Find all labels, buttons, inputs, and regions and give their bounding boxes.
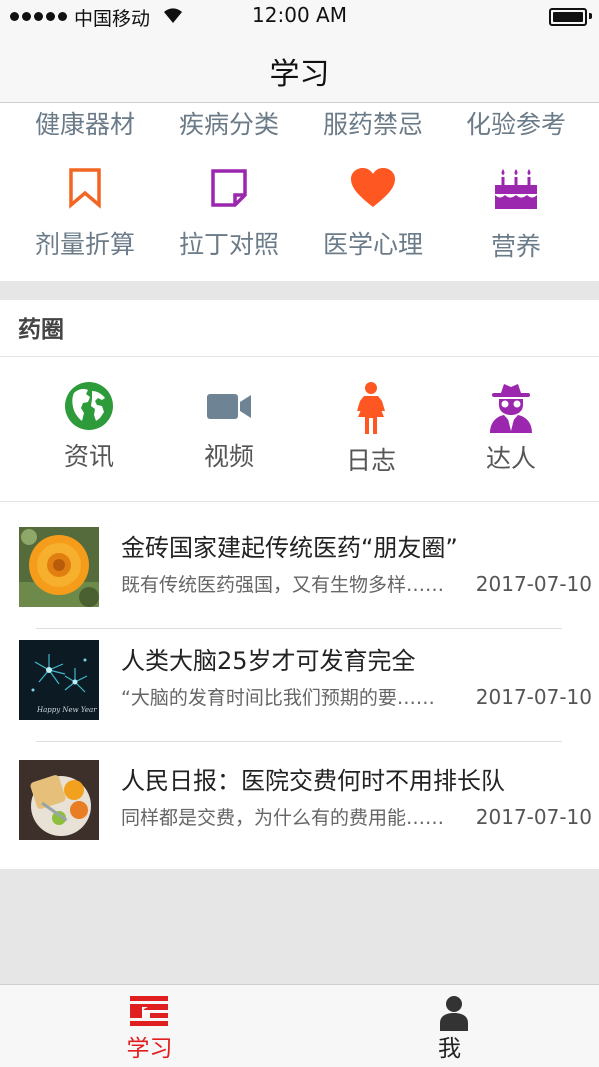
breakfast-image: [19, 760, 99, 840]
grid-item-disease-category[interactable]: 疾病分类: [154, 105, 304, 141]
shortcut-label: 达人: [485, 444, 536, 473]
shortcut-experts[interactable]: 达人: [436, 381, 586, 475]
section-header: 药圈: [0, 300, 599, 357]
person-icon: [440, 996, 468, 1031]
spy-icon: [490, 384, 532, 433]
grid-item-latin-reference[interactable]: 拉丁对照: [154, 167, 304, 267]
list-item[interactable]: 人民日报：医院交费何时不用排长队 同样都是交费，为什么有的费用能…… 2017-…: [0, 735, 599, 849]
globe-icon: [65, 382, 113, 430]
section-title: 药圈: [18, 317, 64, 343]
list-item[interactable]: Happy New Year 人类大脑25岁才可发育完全 “大脑的发育时间比我们…: [0, 615, 599, 729]
grid-item-lab-reference[interactable]: 化验参考: [441, 105, 591, 141]
tab-label: 学习: [126, 1036, 173, 1062]
fireworks-image: Happy New Year: [19, 640, 99, 720]
tab-label: 我: [438, 1036, 461, 1062]
grid-item-label: 营养: [490, 232, 541, 261]
bookmark-icon: [69, 168, 101, 209]
shortcut-label: 日志: [345, 446, 396, 475]
shortcut-news[interactable]: 资讯: [14, 381, 164, 473]
battery-icon: [549, 8, 587, 26]
grid-item-label: 化验参考: [465, 110, 566, 139]
grid-item-label: 拉丁对照: [178, 230, 279, 259]
news-summary: “大脑的发育时间比我们预期的要……: [121, 687, 435, 709]
news-title: 人民日报：医院交费何时不用排长队: [121, 767, 505, 795]
grid-item-label: 健康器材: [34, 110, 135, 139]
grid-item-label: 服药禁忌: [322, 110, 423, 139]
status-bar: 中国移动 12:00 AM: [0, 0, 599, 32]
news-date: 2017-07-10: [473, 805, 592, 829]
news-title: 人类大脑25岁才可发育完全: [121, 647, 416, 675]
grid-item-label: 疾病分类: [178, 110, 279, 139]
shortcut-label: 视频: [203, 442, 254, 471]
tab-study[interactable]: 学习: [0, 985, 299, 1067]
grid-item-medical-psychology[interactable]: 医学心理: [298, 167, 448, 267]
grid-item-label: 剂量折算: [34, 230, 135, 259]
video-camera-icon: [207, 394, 251, 419]
status-time: 12:00 AM: [252, 3, 347, 27]
news-date: 2017-07-10: [473, 685, 592, 709]
note-icon: [211, 169, 247, 207]
news-date: 2017-07-10: [473, 572, 592, 596]
cake-icon: [495, 169, 537, 209]
shortcut-label: 资讯: [63, 442, 114, 471]
battery-tip: [589, 13, 592, 19]
grid-item-drug-contraindication[interactable]: 服药禁忌: [298, 105, 448, 141]
list-item[interactable]: 金砖国家建起传统医药“朋友圈” 既有传统医药强国，又有生物多样…… 2017-0…: [0, 502, 599, 616]
news-title: 金砖国家建起传统医药“朋友圈”: [121, 534, 458, 562]
tab-me[interactable]: 我: [300, 985, 599, 1067]
page-title: 学习: [269, 57, 330, 92]
shortcut-video[interactable]: 视频: [154, 381, 304, 473]
tab-bar: 学习 我: [0, 984, 599, 1067]
svg-text:Happy New Year: Happy New Year: [36, 706, 97, 714]
sunflower-image: [19, 527, 99, 607]
study-icon: [130, 996, 168, 1026]
grid-item-nutrition[interactable]: 营养: [441, 167, 591, 267]
heart-icon: [351, 168, 395, 207]
feature-grid: 健康器材 疾病分类 服药禁忌 化验参考 剂量折算 拉丁对照 医学心理 营养: [0, 103, 599, 281]
navigation-bar: 学习: [0, 32, 599, 103]
grid-item-health-equipment[interactable]: 健康器材: [10, 105, 160, 141]
news-summary: 既有传统医药强国，又有生物多样……: [121, 574, 445, 596]
woman-icon: [357, 382, 385, 434]
news-list: 金砖国家建起传统医药“朋友圈” 既有传统医药强国，又有生物多样…… 2017-0…: [0, 502, 599, 869]
news-summary: 同样都是交费，为什么有的费用能……: [121, 807, 445, 829]
shortcut-diary[interactable]: 日志: [296, 381, 446, 477]
grid-item-dose-conversion[interactable]: 剂量折算: [10, 167, 160, 267]
circle-shortcuts: 资讯 视频 日志 达人: [0, 357, 599, 502]
grid-item-label: 医学心理: [322, 230, 423, 259]
